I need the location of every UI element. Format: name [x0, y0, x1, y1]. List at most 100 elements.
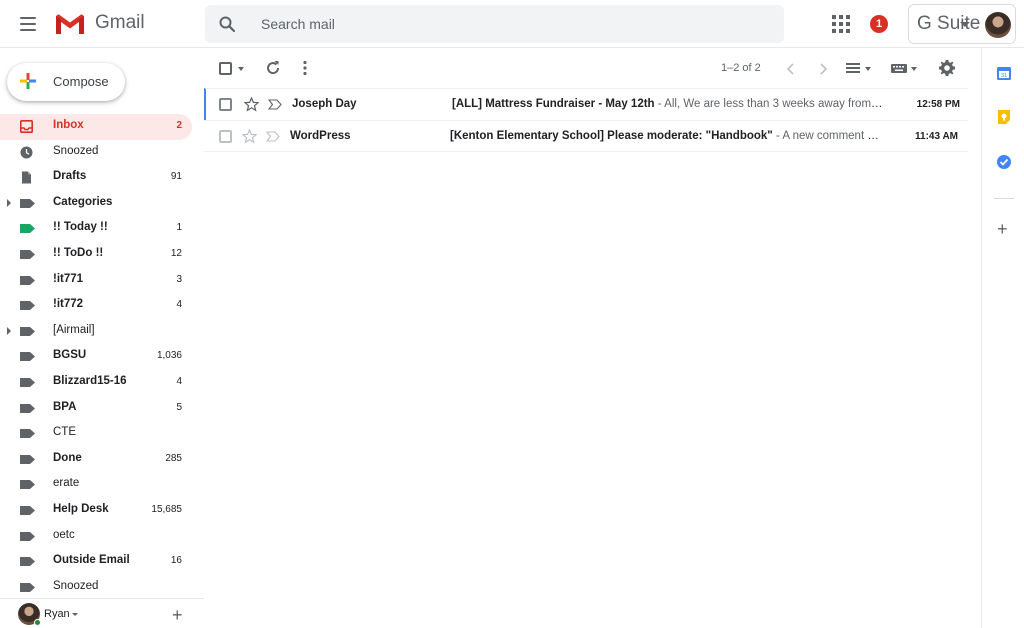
keep-icon[interactable] — [996, 109, 1012, 125]
label-icon — [20, 249, 35, 259]
star-icon[interactable] — [242, 129, 257, 144]
email-sender: WordPress — [290, 130, 351, 142]
menu-icon-line — [20, 17, 36, 19]
sidebar-item-categories[interactable]: Categories — [0, 191, 192, 217]
label-icon — [20, 505, 35, 515]
gear-icon[interactable] — [938, 59, 956, 77]
get-addons-plus-icon[interactable]: + — [997, 220, 1008, 238]
sidebar-item-today[interactable]: !! Today !! 1 — [0, 216, 192, 242]
gsuite-logo: G Suite — [917, 13, 981, 34]
email-row[interactable]: Joseph Day [ALL] Mattress Fundraiser - M… — [204, 88, 968, 120]
top-bar: Gmail 1 G Suite — [0, 0, 1024, 48]
keyboard-icon[interactable] — [890, 59, 908, 77]
label-icon — [20, 557, 35, 567]
email-row[interactable]: WordPress [Kenton Elementary School] Ple… — [204, 120, 968, 152]
sidebar-item-label: CTE — [53, 426, 76, 439]
sidebar-item-help-desk[interactable]: Help Desk 15,685 — [0, 498, 192, 524]
tasks-icon[interactable] — [996, 154, 1012, 170]
expand-arrow-icon[interactable] — [7, 198, 11, 207]
label-icon — [20, 224, 35, 234]
chevron-down-icon[interactable] — [72, 613, 78, 616]
account-avatar[interactable] — [985, 12, 1011, 38]
sidebar-item-erate[interactable]: erate — [0, 472, 192, 498]
search-bar[interactable] — [205, 5, 970, 43]
sidebar-item-inbox[interactable]: Inbox 2 — [0, 114, 192, 140]
app-name[interactable]: Gmail — [95, 12, 145, 34]
email-subject-line: [ALL] Mattress Fundraiser - May 12th - A… — [452, 98, 884, 110]
unread-count: 16 — [170, 555, 182, 567]
compose-button[interactable]: Compose — [7, 63, 125, 101]
unread-count: 91 — [170, 171, 182, 183]
label-icon — [20, 275, 35, 285]
sidebar-item-snoozed[interactable]: Snoozed — [0, 140, 192, 166]
input-tools-chevron-down-icon[interactable] — [911, 67, 917, 71]
select-options-chevron-down-icon[interactable] — [238, 67, 244, 71]
label-icon — [20, 377, 35, 387]
main-menu-button[interactable] — [14, 10, 42, 38]
sidebar-item-label: BGSU — [53, 349, 87, 362]
density-icon[interactable] — [845, 59, 863, 77]
clock-icon — [20, 146, 33, 159]
plus-icon — [20, 73, 36, 89]
expand-arrow-icon[interactable] — [7, 326, 11, 335]
sidebar-item-label: !it771 — [53, 272, 84, 285]
account-switcher[interactable]: G Suite — [908, 4, 1016, 44]
sidebar-item-bgsu[interactable]: BGSU 1,036 — [0, 344, 192, 370]
sidebar-item-outside-email[interactable]: Outside Email 16 — [0, 549, 192, 575]
sidebar-item-label: Done — [53, 451, 82, 464]
refresh-icon[interactable] — [264, 59, 282, 77]
unread-count: 285 — [165, 452, 182, 464]
email-date: 11:43 AM — [915, 131, 958, 142]
sidebar-item-oetc[interactable]: oetc — [0, 524, 192, 550]
select-all-checkbox[interactable] — [219, 62, 232, 75]
email-checkbox[interactable] — [219, 130, 232, 143]
sidebar-item-blizzard[interactable]: Blizzard15-16 4 — [0, 370, 192, 396]
svg-text:31: 31 — [1001, 73, 1007, 79]
sidebar-item-it772[interactable]: !it772 4 — [0, 293, 192, 319]
more-options-icon[interactable] — [296, 59, 314, 77]
sidebar-item-label: Inbox — [53, 119, 84, 131]
important-marker-icon[interactable] — [266, 131, 280, 142]
sidebar-item-bpa[interactable]: BPA 5 — [0, 396, 192, 422]
search-icon[interactable] — [218, 15, 236, 33]
unread-count: 5 — [176, 401, 182, 413]
label-icon — [20, 582, 35, 592]
sidebar-item-label: !! ToDo !! — [53, 246, 104, 259]
unread-count: 4 — [176, 375, 182, 387]
density-chevron-down-icon[interactable] — [865, 67, 871, 71]
label-list: Inbox 2 Snoozed Drafts 91 Categories !! … — [0, 114, 204, 600]
sidebar-item-label: Snoozed — [53, 144, 99, 157]
user-name[interactable]: Ryan — [44, 608, 70, 620]
sidebar-item-label: Blizzard15-16 — [53, 374, 127, 387]
sidebar-item-drafts[interactable]: Drafts 91 — [0, 165, 192, 191]
chevron-right-icon[interactable] — [814, 60, 832, 78]
new-conversation-plus-icon[interactable]: + — [172, 605, 183, 626]
email-sender: Joseph Day — [292, 98, 357, 110]
important-marker-icon[interactable] — [268, 99, 282, 110]
sidebar-item-label: Help Desk — [53, 502, 109, 515]
search-input[interactable] — [261, 14, 731, 34]
draft-icon — [22, 171, 31, 184]
sidebar-item-label: [Airmail] — [53, 323, 95, 336]
sidebar-item-todo[interactable]: !! ToDo !! 12 — [0, 242, 192, 268]
sidebar-item-label: erate — [53, 477, 80, 490]
label-icon — [20, 198, 35, 208]
unread-count: 12 — [170, 247, 182, 259]
sidebar-item-cte[interactable]: CTE — [0, 421, 192, 447]
sidebar-item-it771[interactable]: !it771 3 — [0, 268, 192, 294]
chevron-left-icon[interactable] — [782, 60, 800, 78]
gmail-logo-icon[interactable] — [54, 12, 86, 36]
sidebar-item-airmail[interactable]: [Airmail] — [0, 319, 192, 345]
unread-count: 1,036 — [156, 350, 182, 362]
sidebar-item-done[interactable]: Done 285 — [0, 447, 192, 473]
calendar-icon[interactable]: 31 — [996, 65, 1012, 81]
unread-count: 1 — [176, 222, 182, 234]
notification-badge[interactable]: 1 — [870, 15, 888, 33]
apps-grid-icon[interactable] — [832, 15, 850, 33]
hangouts-bar: Ryan + — [0, 598, 204, 628]
label-icon — [20, 301, 35, 311]
star-icon[interactable] — [244, 97, 259, 112]
email-checkbox[interactable] — [219, 98, 232, 111]
sidebar-item-label: Outside Email — [53, 554, 130, 567]
sidebar-item-snoozed-label[interactable]: Snoozed — [0, 575, 192, 601]
